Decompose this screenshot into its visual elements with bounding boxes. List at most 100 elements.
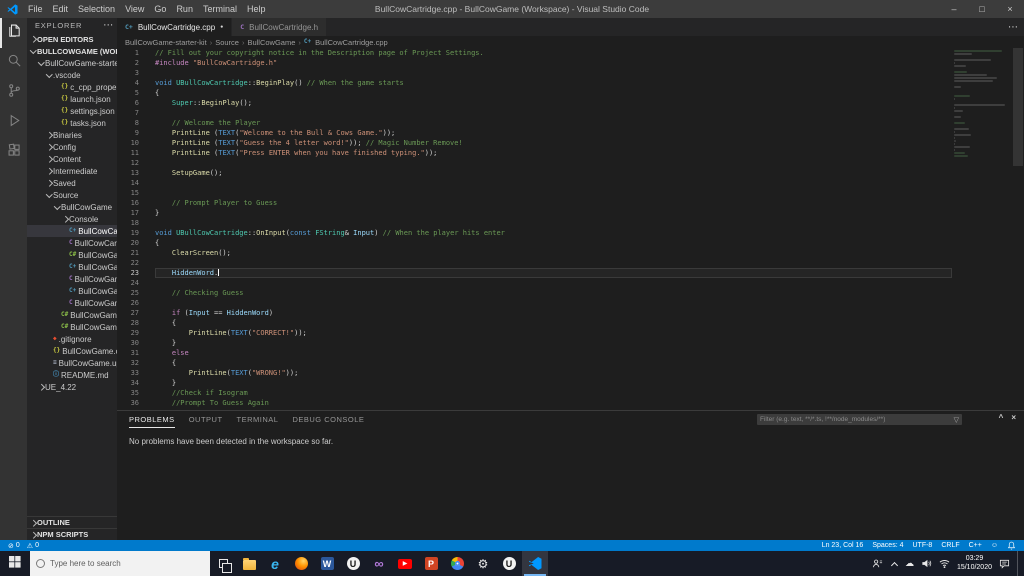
more-actions-icon[interactable]: ⋯	[103, 20, 114, 31]
scrollbar-slider[interactable]	[1013, 48, 1023, 166]
code-line[interactable]	[155, 68, 952, 78]
notifications-bell-icon[interactable]	[1007, 541, 1016, 550]
line-number[interactable]: 27	[117, 308, 145, 318]
code-line[interactable]: }	[155, 208, 952, 218]
line-number[interactable]: 22	[117, 258, 145, 268]
tree-item[interactable]: .vscode	[27, 69, 117, 81]
tree-item[interactable]: CBullCowGameGa...	[27, 297, 117, 309]
breadcrumb-item[interactable]: BullCowCartridge.cpp	[315, 38, 388, 47]
line-number[interactable]: 20	[117, 238, 145, 248]
tree-item[interactable]: Intermediate	[27, 165, 117, 177]
tree-item[interactable]: Content	[27, 153, 117, 165]
tree-item[interactable]: {}BullCowGame.code-...	[27, 345, 117, 357]
activity-run-debug[interactable]	[0, 108, 27, 138]
activity-search[interactable]	[0, 48, 27, 78]
line-number[interactable]: 28	[117, 318, 145, 328]
close-panel-icon[interactable]: ×	[1011, 413, 1016, 422]
maximize-button[interactable]: □	[968, 0, 996, 18]
status-errors[interactable]: ⊘ 0	[8, 542, 20, 550]
panel-tab-problems[interactable]: PROBLEMS	[129, 411, 175, 428]
filter-funnel-icon[interactable]: ▽	[954, 416, 962, 424]
volume-icon[interactable]	[921, 558, 932, 569]
app-unreal-engine[interactable]: U	[340, 551, 366, 576]
line-number[interactable]: 36	[117, 398, 145, 408]
app-vscode[interactable]	[522, 551, 548, 576]
activity-source-control[interactable]	[0, 78, 27, 108]
code-line[interactable]: // Prompt Player to Guess	[155, 198, 952, 208]
workspace-section[interactable]: BULLCOWGAME (WORKSP...	[27, 45, 117, 57]
line-number[interactable]: 7	[117, 108, 145, 118]
app-word[interactable]: W	[314, 551, 340, 576]
code-line[interactable]: HiddenWord.	[155, 268, 952, 278]
app-task-view[interactable]	[210, 551, 236, 576]
action-center-icon[interactable]	[999, 558, 1010, 569]
line-number[interactable]: 15	[117, 188, 145, 198]
code-line[interactable]: PrintLine (TEXT("Welcome to the Bull & C…	[155, 128, 952, 138]
line-number[interactable]: 19	[117, 228, 145, 238]
tree-item[interactable]: CBullCowGame.h	[27, 273, 117, 285]
line-number[interactable]: 2	[117, 58, 145, 68]
activity-extensions[interactable]	[0, 138, 27, 168]
line-number[interactable]: 35	[117, 388, 145, 398]
code-line[interactable]: //Check if Isogram	[155, 388, 952, 398]
menu-selection[interactable]: Selection	[73, 0, 120, 18]
tree-item[interactable]: {} launch.json	[27, 93, 117, 105]
tree-item[interactable]: ⓘ README.md	[27, 369, 117, 381]
app-settings[interactable]: ⚙	[470, 551, 496, 576]
code-line[interactable]: void UBullCowCartridge::BeginPlay() // W…	[155, 78, 952, 88]
tree-item[interactable]: C#BullCowGameEdito...	[27, 321, 117, 333]
menu-view[interactable]: View	[120, 0, 149, 18]
tree-item[interactable]: Config	[27, 141, 117, 153]
line-number[interactable]: 14	[117, 178, 145, 188]
open-editors-section[interactable]: OPEN EDITORS	[27, 33, 117, 45]
filter-input[interactable]	[757, 416, 954, 423]
menu-run[interactable]: Run	[171, 0, 198, 18]
editor-tab[interactable]: C+ BullCowCartridge.cpp ●	[117, 18, 233, 36]
people-icon[interactable]	[872, 558, 883, 569]
taskbar-search-input[interactable]	[50, 559, 204, 568]
app-chrome[interactable]	[444, 551, 470, 576]
code-line[interactable]: Super::BeginPlay();	[155, 98, 952, 108]
status-eol[interactable]: CRLF	[941, 542, 959, 549]
code-line[interactable]: #include "BullCowCartridge.h"	[155, 58, 952, 68]
status-indentation[interactable]: Spaces: 4	[872, 542, 903, 549]
line-number[interactable]: 30	[117, 338, 145, 348]
taskbar-clock[interactable]: 03:29 15/10/2020	[957, 555, 992, 572]
code-line[interactable]: }	[155, 338, 952, 348]
hidden-icons-chevron-icon[interactable]	[890, 560, 898, 568]
breadcrumb-item[interactable]: BullCowGame-starter-kit	[125, 38, 207, 47]
app-edge[interactable]: e	[262, 551, 288, 576]
code-line[interactable]: PrintLine (TEXT("Guess the 4 letter word…	[155, 138, 952, 148]
tree-item[interactable]: {}c_cpp_properties.js...	[27, 81, 117, 93]
line-number[interactable]: 21	[117, 248, 145, 258]
line-number[interactable]: 32	[117, 358, 145, 368]
outline-section[interactable]: OUTLINE	[27, 516, 117, 528]
code-line[interactable]: //Prompt To Guess Again	[155, 398, 952, 408]
code-line[interactable]: {	[155, 358, 952, 368]
code-line[interactable]: PrintLine(TEXT("CORRECT!"));	[155, 328, 952, 338]
code-line[interactable]: {	[155, 318, 952, 328]
tree-item[interactable]: UE_4.22	[27, 381, 117, 393]
app-firefox[interactable]	[288, 551, 314, 576]
line-number[interactable]: 5	[117, 88, 145, 98]
code-line[interactable]	[155, 258, 952, 268]
line-number[interactable]: 18	[117, 218, 145, 228]
code-line[interactable]	[155, 278, 952, 288]
code-line[interactable]: if (Input == HiddenWord)	[155, 308, 952, 318]
code-line[interactable]: ClearScreen();	[155, 248, 952, 258]
menu-terminal[interactable]: Terminal	[198, 0, 242, 18]
panel-tab-terminal[interactable]: TERMINAL	[237, 411, 279, 428]
menu-help[interactable]: Help	[242, 0, 271, 18]
panel-tab-debug-console[interactable]: DEBUG CONSOLE	[292, 411, 364, 428]
tree-item[interactable]: ≡BullCowGame.uproj...	[27, 357, 117, 369]
line-number[interactable]: 13	[117, 168, 145, 178]
close-button[interactable]: ×	[996, 0, 1024, 18]
minimap[interactable]	[954, 50, 1011, 158]
code-editor[interactable]: 1 2 3 4 5 6 7 8 9 10 11 12 13 14 15 16 17 18 19 20 21 22 23 24 2…	[117, 48, 1024, 410]
code-line[interactable]	[155, 188, 952, 198]
tree-item[interactable]: C+BullCowGameGa...	[27, 285, 117, 297]
breadcrumb-item[interactable]: BullCowGame	[247, 38, 295, 47]
status-encoding[interactable]: UTF-8	[912, 542, 932, 549]
app-unreal-editor[interactable]: U	[496, 551, 522, 576]
app-youtube[interactable]: ▶	[392, 551, 418, 576]
